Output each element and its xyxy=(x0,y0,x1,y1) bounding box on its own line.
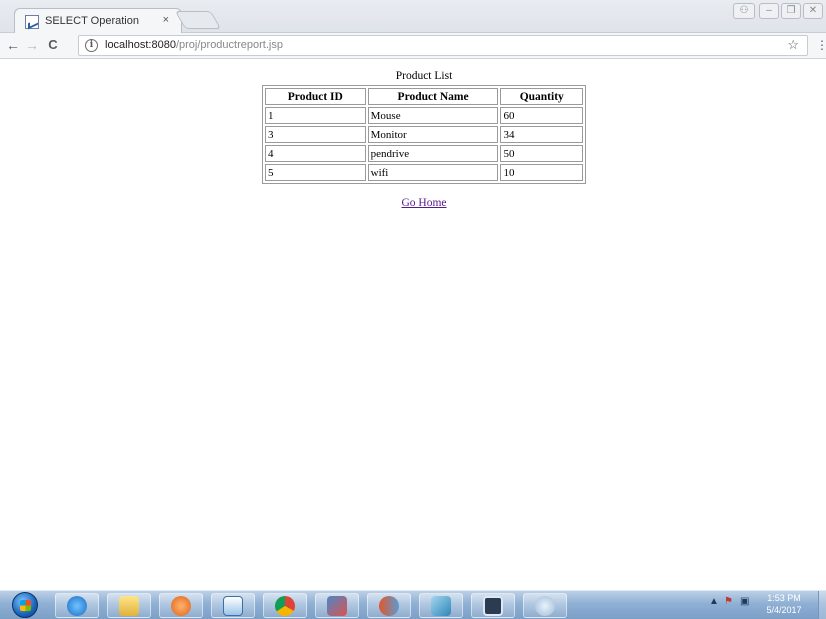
cell-product-name: Mouse xyxy=(367,107,499,124)
page-content: Product List Product ID Product Name Qua… xyxy=(0,60,826,590)
windows-taskbar: ▲ ⚑ ▣ 1:53 PM 5/4/2017 xyxy=(0,590,826,619)
taskbar-file-explorer-icon[interactable] xyxy=(107,593,151,618)
paint-icon xyxy=(327,596,347,616)
word-pad-icon xyxy=(223,596,243,616)
page-favicon-icon xyxy=(25,15,39,29)
clock-time: 1:53 PM xyxy=(767,593,801,603)
app-icon xyxy=(431,596,451,616)
reload-icon[interactable]: C xyxy=(44,36,62,54)
file-explorer-icon xyxy=(119,596,139,616)
bookmark-star-icon[interactable]: ☆ xyxy=(787,37,799,53)
column-header-product-id: Product ID xyxy=(265,88,366,105)
system-clock[interactable]: 1:53 PM 5/4/2017 xyxy=(759,592,809,616)
taskbar-media-player-icon[interactable] xyxy=(159,593,203,618)
chrome-icon xyxy=(275,596,295,616)
tray-network-icon[interactable]: ▣ xyxy=(740,596,749,607)
cell-product-name: wifi xyxy=(367,164,499,181)
cell-product-id: 3 xyxy=(265,126,366,143)
browser-tab[interactable]: SELECT Operation × xyxy=(14,8,182,34)
cell-quantity: 60 xyxy=(500,107,583,124)
clock-date: 5/4/2017 xyxy=(766,605,802,615)
show-desktop-button[interactable] xyxy=(818,591,826,619)
column-header-quantity: Quantity xyxy=(500,88,583,105)
back-arrow-icon[interactable]: ← xyxy=(4,36,22,54)
url-text: localhost:8080/proj/productreport.jsp xyxy=(105,39,283,51)
column-header-product-name: Product Name xyxy=(367,88,499,105)
address-bar[interactable]: i localhost:8080/proj/productreport.jsp … xyxy=(78,35,808,56)
close-window-button[interactable]: ✕ xyxy=(803,3,823,19)
browser-tab-strip: SELECT Operation × ⚇ – ❐ ✕ xyxy=(0,0,826,34)
tab-title: SELECT Operation xyxy=(45,15,139,27)
taskbar-app-icon[interactable] xyxy=(419,593,463,618)
table-row: 1 Mouse 60 xyxy=(265,107,583,124)
cell-product-id: 5 xyxy=(265,164,366,181)
browser-toolbar: ← → C i localhost:8080/proj/productrepor… xyxy=(0,33,826,59)
taskbar-paint-icon[interactable] xyxy=(315,593,359,618)
tray-expand-icon[interactable]: ▲ xyxy=(709,596,719,607)
taskbar-network-icon[interactable] xyxy=(523,593,567,618)
taskbar-wordpad-icon[interactable] xyxy=(211,593,255,618)
table-caption: Product List xyxy=(395,70,453,82)
taskbar-chrome-icon[interactable] xyxy=(263,593,307,618)
table-row: 3 Monitor 34 xyxy=(265,126,583,143)
minimize-button[interactable]: – xyxy=(759,3,779,19)
table-row: 4 pendrive 50 xyxy=(265,145,583,162)
forward-arrow-icon[interactable]: → xyxy=(23,36,41,54)
url-path: /proj/productreport.jsp xyxy=(175,39,283,51)
cell-product-name: pendrive xyxy=(367,145,499,162)
internet-explorer-icon xyxy=(67,596,87,616)
cell-product-id: 1 xyxy=(265,107,366,124)
app-icon xyxy=(379,596,399,616)
start-button-icon[interactable] xyxy=(12,592,38,618)
site-info-icon[interactable]: i xyxy=(85,39,98,52)
url-host: localhost:8080 xyxy=(105,39,176,51)
table-row: 5 wifi 10 xyxy=(265,164,583,181)
table-header-row: Product ID Product Name Quantity xyxy=(265,88,583,105)
cell-product-name: Monitor xyxy=(367,126,499,143)
maximize-button[interactable]: ❐ xyxy=(781,3,801,19)
media-player-icon xyxy=(171,596,191,616)
go-home-link[interactable]: Go Home xyxy=(262,197,586,209)
cell-quantity: 34 xyxy=(500,126,583,143)
product-table: Product ID Product Name Quantity 1 Mouse… xyxy=(262,85,586,184)
user-profile-button[interactable]: ⚇ xyxy=(733,3,755,19)
taskbar-internet-explorer-icon[interactable] xyxy=(55,593,99,618)
tray-flag-icon[interactable]: ⚑ xyxy=(724,596,733,607)
taskbar-window-icon[interactable] xyxy=(471,593,515,618)
taskbar-app-icon[interactable] xyxy=(367,593,411,618)
tab-close-icon[interactable]: × xyxy=(163,14,169,26)
browser-menu-icon[interactable]: ⋮ xyxy=(816,38,826,52)
window-icon xyxy=(483,596,503,616)
network-icon xyxy=(535,596,555,616)
cell-quantity: 50 xyxy=(500,145,583,162)
cell-quantity: 10 xyxy=(500,164,583,181)
cell-product-id: 4 xyxy=(265,145,366,162)
